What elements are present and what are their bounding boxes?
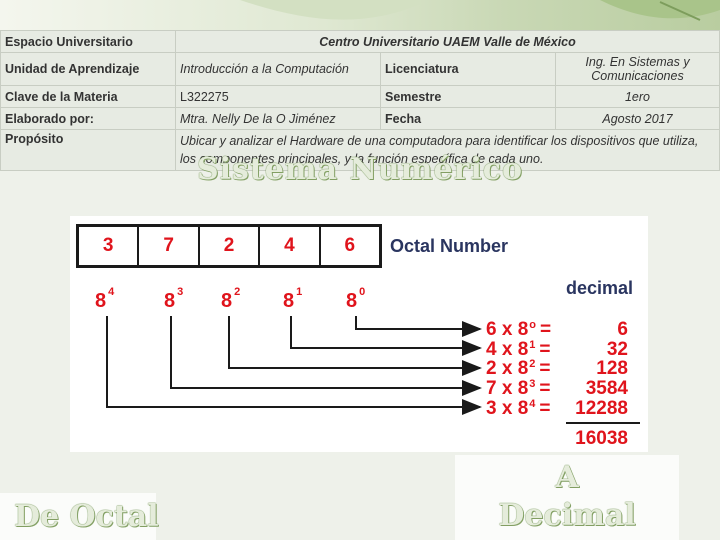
info-label: Licenciatura (380, 52, 556, 86)
info-label: Elaborado por: (0, 107, 176, 130)
course-info-table: Espacio Universitario Centro Universitar… (0, 30, 720, 171)
term-result: 32 (606, 339, 628, 360)
decimal-total: 16038 (575, 428, 628, 449)
term-result: 12288 (575, 398, 628, 419)
term-result: 6 (617, 319, 628, 340)
conversion-diagram: 3 7 2 4 6 Octal Number decimal 84 83 82 … (70, 216, 648, 452)
info-value: Ing. En Sistemas y Comunicaciones (555, 52, 720, 86)
info-label: Espacio Universitario (0, 30, 176, 53)
term-result: 3584 (585, 378, 628, 399)
info-value: Introducción a la Computación (175, 52, 381, 86)
term-result: 128 (596, 358, 628, 379)
slide-title: Sistema Numérico (196, 152, 524, 187)
info-value: Mtra. Nelly De la O Jiménez (175, 107, 381, 130)
info-value: Centro Universitario UAEM Valle de Méxic… (175, 30, 720, 53)
info-label: Semestre (380, 85, 556, 108)
info-value: L322275 (175, 85, 381, 108)
sum-divider (566, 422, 640, 424)
info-label: Clave de la Materia (0, 85, 176, 108)
from-octal-label: De Octal (14, 499, 159, 534)
leaf-decoration-icon (240, 0, 720, 21)
to-decimal-label: Decimal (498, 498, 636, 533)
info-value: 1ero (555, 85, 720, 108)
info-label: Unidad de Aprendizaje (0, 52, 176, 86)
info-label: Fecha (380, 107, 556, 130)
connector-label: A (555, 460, 579, 495)
decorative-banner (0, 0, 720, 34)
info-value: Agosto 2017 (555, 107, 720, 130)
